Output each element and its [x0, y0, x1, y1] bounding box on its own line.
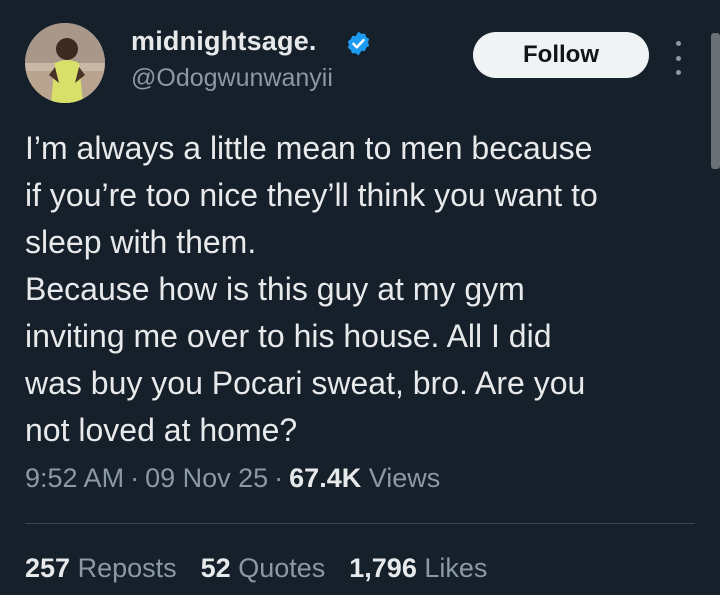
tweet-line: Because how is this guy at my gym: [25, 271, 525, 307]
tweet-line: inviting me over to his house. All I did: [25, 318, 552, 354]
quotes-stat[interactable]: 52 Quotes: [201, 553, 326, 583]
tweet-line: I’m always a little mean to men because: [25, 130, 593, 166]
meta-separator: ·: [130, 463, 140, 493]
tweet-date[interactable]: 09 Nov 25: [145, 463, 268, 493]
tweet-text: I’m always a little mean to men because …: [25, 125, 705, 454]
likes-stat[interactable]: 1,796 Likes: [349, 553, 487, 583]
user-handle[interactable]: @Odogwunwanyii: [131, 64, 333, 93]
reposts-label: Reposts: [77, 553, 177, 583]
tweet-line: not loved at home?: [25, 412, 298, 448]
tweet-meta: 9:52 AM · 09 Nov 25 · 67.4K Views: [25, 463, 440, 494]
reposts-count: 257: [25, 553, 71, 583]
tweet-time[interactable]: 9:52 AM: [25, 463, 124, 493]
follow-button[interactable]: Follow: [473, 32, 649, 78]
more-options-icon[interactable]: [668, 41, 688, 75]
divider: [25, 523, 695, 524]
scrollbar[interactable]: [711, 33, 720, 169]
quotes-count: 52: [200, 553, 231, 583]
tweet-line: was buy you Pocari sweat, bro. Are you: [25, 365, 586, 401]
avatar[interactable]: [25, 23, 105, 103]
engagement-stats: 257 Reposts 52 Quotes 1,796 Likes: [25, 553, 511, 584]
views-count: 67.4K: [289, 463, 362, 493]
likes-count: 1,796: [349, 553, 417, 583]
quotes-label: Quotes: [238, 553, 326, 583]
avatar-image: [25, 23, 105, 103]
display-name[interactable]: midnightsage.: [131, 26, 317, 57]
tweet-line: sleep with them.: [25, 224, 257, 260]
likes-label: Likes: [424, 553, 488, 583]
verified-badge-icon: [347, 31, 370, 56]
views-label: Views: [368, 463, 441, 493]
reposts-stat[interactable]: 257 Reposts: [25, 553, 177, 583]
tweet-line: if you’re too nice they’ll think you wan…: [25, 177, 598, 213]
meta-separator: ·: [274, 463, 284, 493]
